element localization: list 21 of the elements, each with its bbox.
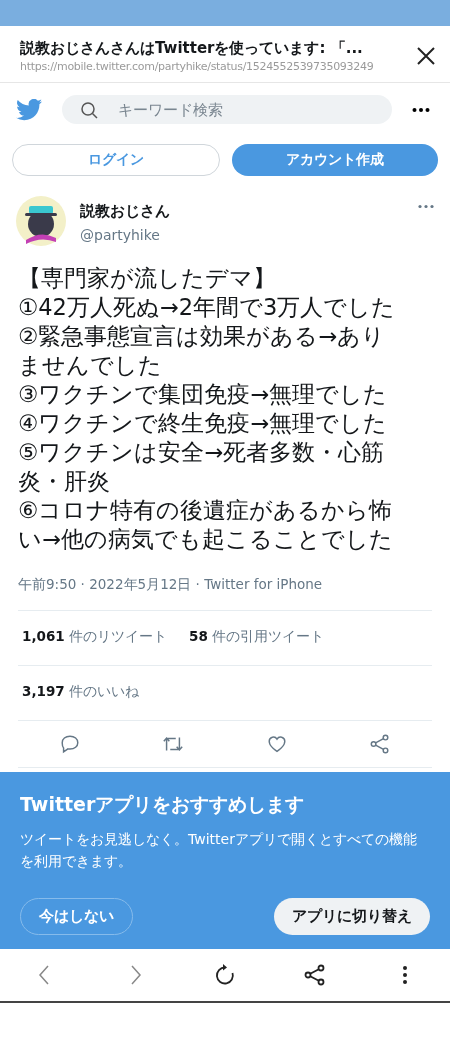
author-name: 説教おじさん [80,202,171,221]
bird-icon[interactable] [16,98,42,121]
share-icon[interactable] [303,963,327,987]
banner-text: ツイートをお見逃しなく。Twitterアプリで開くとすべての機能を利用できます。 [20,830,418,871]
retweet-count[interactable]: 58 件の引用ツイート [189,628,325,648]
tweet-timestamp: 午前9:50 · 2022年5月12日 · Twitter for iPhone [17,575,324,594]
banner-title: Twitterアプリをおすすめします [20,792,306,817]
author-handle: @partyhike [80,227,161,243]
page-url: https://mobile.twitter.com/partyhike/status/1524552539735093249 [20,60,375,73]
close-icon[interactable] [416,46,436,66]
retweet-count[interactable]: 1,061 件のリツイート [22,628,167,648]
reply-icon[interactable] [58,733,81,755]
like-count[interactable]: 3,197 件のいいね [22,683,139,703]
search-field[interactable]: キーワード検索 [62,95,392,124]
more-icon[interactable] [412,106,430,113]
primary-button[interactable]: アプリに切り替え [274,898,430,935]
reload-icon[interactable] [213,963,237,987]
search-icon [80,100,98,119]
page-title: 説教おじさんさんはTwitterを使っています: 「... [20,39,364,58]
tweet-text: 【専門家が流したデマ】 ①42万人死ぬ→2年間で3万人でした ②緊急事態宣言は効果がある→ありませんでした ③ワクチンで集団免疫→無理でした ④ワクチンで終生免疫→無理でした ⑤ワクチンは安全→死者多数・心筋炎・肝炎 ⑥コロナ特有の後遺症があるから怖い→他の病気でも起こることでした [17,264,397,554]
avatar [16,196,66,246]
